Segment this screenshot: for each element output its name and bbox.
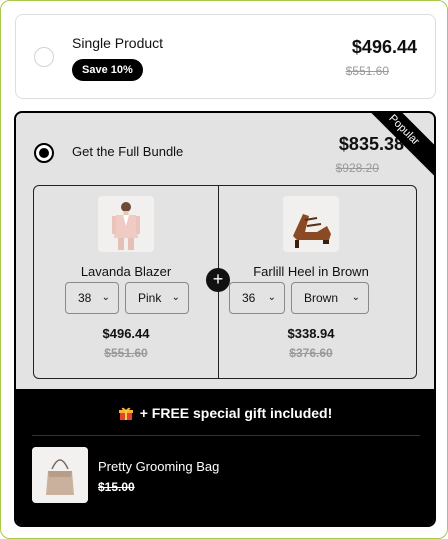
bundle-products: Lavanda Blazer 38 ⌄ Pink ⌄ $496.44 $551.… [33,185,417,379]
product-old-price: $551.60 [104,346,148,360]
single-product-title: Single Product [72,35,164,51]
bundle-product-heel: Farlill Heel in Brown 36 ⌄ Brown ⌄ $338.… [219,186,403,378]
color-select[interactable]: Brown ⌄ [291,282,369,314]
product-name: Farlill Heel in Brown [253,264,369,279]
offer-frame: Single Product Save 10% $496.44 $551.60 … [0,0,448,539]
bundle-title: Get the Full Bundle [72,144,184,159]
single-product-price: $496.44 [351,37,417,57]
size-select[interactable]: 36 ⌄ [229,282,285,314]
product-old-price: $376.60 [289,346,333,360]
heel-image [283,196,339,252]
size-select[interactable]: 38 ⌄ [65,282,119,314]
blazer-image [98,196,154,252]
color-select-value: Pink [138,291,162,305]
single-product-old-price: $551.60 [345,64,389,78]
single-product-option[interactable]: Single Product Save 10% $496.44 $551.60 [15,14,436,99]
gift-item-old-price: $15.00 [98,480,135,494]
single-product-radio[interactable] [34,47,54,67]
bundle-price: $835.38 [338,134,404,154]
gift-heading-text: + FREE special gift included! [139,405,333,421]
bundle-product-blazer: Lavanda Blazer 38 ⌄ Pink ⌄ $496.44 $551.… [34,186,218,378]
chevron-down-icon: ⌄ [267,292,276,303]
gift-heading: + FREE special gift included! [16,405,434,421]
size-select-value: 36 [242,291,256,305]
gift-item-name: Pretty Grooming Bag [98,459,220,474]
color-select-value: Brown [304,291,339,305]
chevron-down-icon: ⌄ [171,292,180,303]
grooming-bag-image [32,447,88,503]
product-name: Lavanda Blazer [80,264,172,279]
color-select[interactable]: Pink ⌄ [125,282,189,314]
plus-icon: + [206,268,230,292]
free-gift-section: + FREE special gift included! Pretty Gro… [16,389,434,525]
product-price: $496.44 [102,326,150,341]
save-badge: Save 10% [72,59,143,81]
size-select-value: 38 [78,291,92,305]
gift-icon [118,406,134,420]
bundle-old-price: $928.20 [335,161,379,175]
chevron-down-icon: ⌄ [101,292,110,303]
product-price: $338.94 [287,326,335,341]
bundle-radio-selected[interactable] [34,143,54,163]
gift-divider [32,435,420,436]
bundle-option[interactable]: Get the Full Bundle $835.38 $928.20 Popu… [14,111,436,527]
chevron-down-icon: ⌄ [351,292,360,303]
